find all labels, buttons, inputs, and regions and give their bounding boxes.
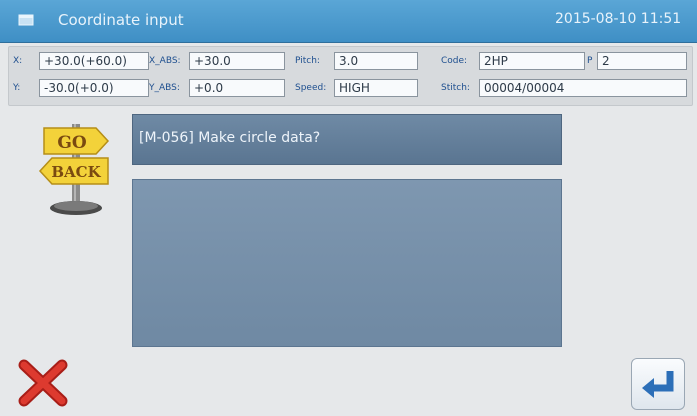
code-field: 2HP [479,52,585,70]
date-time: 2015-08-10 11:51 [555,11,682,27]
window-title: Coordinate input [58,11,184,29]
stitch-field: 00004/00004 [479,79,687,97]
y-abs-field: +0.0 [189,79,285,97]
coordinate-info-panel: X: +30.0(+60.0) X_ABS: +30.0 Pitch: 3.0 … [8,46,693,106]
back-text: BACK [51,163,101,181]
red-x-icon [18,359,68,407]
go-text: GO [57,133,87,153]
window-icon [18,14,34,26]
enter-button[interactable] [631,358,685,410]
enter-arrow-icon [642,371,674,398]
message-bar: [M-056] Make circle data? [132,114,562,165]
cancel-button[interactable] [14,355,72,411]
x-abs-label: X_ABS: [149,56,181,66]
p-field: 2 [597,52,687,70]
pitch-label: Pitch: [295,56,320,66]
x-field: +30.0(+60.0) [39,52,149,70]
stitch-label: Stitch: [441,83,470,93]
speed-field: HIGH [334,79,418,97]
y-abs-label: Y_ABS: [149,83,180,93]
message-text: [M-056] Make circle data? [139,130,321,146]
x-abs-field: +30.0 [189,52,285,70]
p-label: P [587,56,593,66]
code-label: Code: [441,56,468,66]
title-bar: Coordinate input 2015-08-10 11:51 [0,0,697,43]
speed-label: Speed: [295,83,327,93]
pitch-field: 3.0 [334,52,418,70]
y-field: -30.0(+0.0) [39,79,149,97]
y-label: Y: [13,83,21,93]
content-area [132,179,562,347]
go-back-signpost-icon[interactable]: GO BACK [36,120,116,220]
x-label: X: [13,56,23,66]
